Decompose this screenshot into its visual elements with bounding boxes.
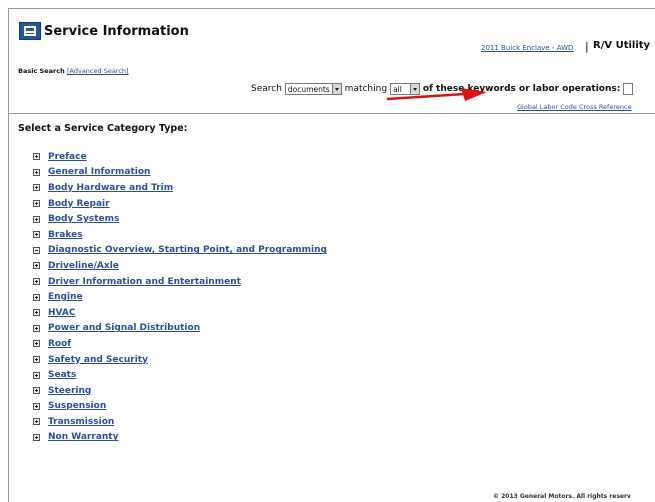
plus-box-icon[interactable] [33, 231, 40, 239]
plus-box-icon[interactable] [33, 168, 40, 176]
red-arrow-icon [386, 88, 487, 101]
plus-box-icon[interactable] [33, 356, 40, 364]
category-item[interactable]: Suspension [33, 399, 327, 415]
category-link[interactable]: Brakes [48, 230, 83, 240]
category-link[interactable]: Seats [48, 370, 76, 380]
matching-label: matching [344, 84, 388, 94]
category-item[interactable]: Brakes [33, 227, 327, 243]
category-item[interactable]: Preface [33, 149, 327, 165]
app-title: Service Information [44, 24, 189, 39]
plus-box-icon[interactable] [33, 324, 40, 332]
copyright-footer: © 2013 General Motors. All rights reserv [493, 493, 631, 500]
category-item[interactable]: Driver Information and Entertainment [33, 274, 327, 290]
category-item[interactable]: Body Systems [33, 211, 327, 227]
plus-box-icon[interactable] [33, 418, 40, 426]
category-item[interactable]: Roof [33, 336, 327, 352]
plus-box-icon[interactable] [33, 387, 40, 395]
category-item[interactable]: Steering [33, 383, 327, 399]
category-link[interactable]: Steering [48, 386, 91, 396]
category-link[interactable]: Preface [48, 152, 87, 162]
category-section-title: Select a Service Category Type: [18, 123, 188, 134]
category-link[interactable]: HVAC [48, 308, 75, 318]
minus-box-icon[interactable] [33, 246, 40, 254]
search-type-select[interactable]: documents [284, 83, 342, 95]
keywords-input[interactable] [623, 83, 634, 95]
category-link[interactable]: Suspension [48, 401, 106, 411]
plus-box-icon[interactable] [33, 309, 40, 317]
header-separator: | [585, 40, 589, 53]
category-item[interactable]: Body Hardware and Trim [33, 180, 327, 196]
gm-logo-icon [19, 22, 41, 40]
category-item[interactable]: Non Warranty [33, 430, 327, 446]
category-link[interactable]: Engine [48, 292, 83, 302]
vehicle-context-label: R/V Utility [593, 40, 651, 51]
category-link[interactable]: Body Systems [48, 214, 119, 224]
category-item[interactable]: Seats [33, 367, 327, 383]
plus-box-icon[interactable] [33, 184, 40, 192]
vehicle-link[interactable]: 2011 Buick Enclave - AWD [481, 44, 573, 52]
category-item[interactable]: Engine [33, 289, 327, 305]
category-link[interactable]: Diagnostic Overview, Starting Point, and… [48, 245, 327, 255]
category-link[interactable]: General Information [48, 167, 150, 177]
category-item[interactable]: Diagnostic Overview, Starting Point, and… [33, 243, 327, 259]
plus-box-icon[interactable] [33, 371, 40, 379]
search-type-value: documents [287, 84, 330, 94]
plus-box-icon[interactable] [33, 200, 40, 208]
category-link[interactable]: Driver Information and Entertainment [48, 277, 241, 287]
labor-code-link[interactable]: Global Labor Code Cross Reference [517, 103, 632, 111]
category-item[interactable]: Body Repair [33, 196, 327, 212]
app-window: Service Information 2011 Buick Enclave -… [8, 8, 655, 502]
category-link[interactable]: Safety and Security [48, 355, 148, 365]
basic-search-label: Basic Search [18, 67, 65, 75]
plus-box-icon[interactable] [33, 402, 40, 410]
category-item[interactable]: Power and Signal Distribution [33, 321, 327, 337]
chevron-down-icon[interactable] [331, 84, 341, 94]
category-item[interactable]: General Information [33, 165, 327, 181]
plus-box-icon[interactable] [33, 215, 40, 223]
advanced-search-link[interactable]: [Advanced Search] [67, 67, 129, 75]
plus-box-icon[interactable] [33, 433, 40, 441]
category-item[interactable]: Driveline/Axle [33, 258, 327, 274]
plus-box-icon[interactable] [33, 340, 40, 348]
category-link[interactable]: Power and Signal Distribution [48, 323, 200, 333]
plus-box-icon[interactable] [33, 293, 40, 301]
search-prefix-label: Search [251, 84, 282, 94]
category-item[interactable]: Safety and Security [33, 352, 327, 368]
category-link[interactable]: Body Hardware and Trim [48, 183, 173, 193]
plus-box-icon[interactable] [33, 278, 40, 286]
category-link[interactable]: Body Repair [48, 199, 110, 209]
header-divider [9, 113, 655, 114]
category-list: Preface General Information Body Hardware … [33, 149, 327, 445]
plus-box-icon[interactable] [33, 262, 40, 270]
category-link[interactable]: Non Warranty [48, 432, 118, 442]
category-item[interactable]: HVAC [33, 305, 327, 321]
plus-box-icon[interactable] [33, 153, 40, 161]
basic-search-bar: Basic Search [Advanced Search] [18, 67, 129, 75]
category-link[interactable]: Roof [48, 339, 71, 349]
category-link[interactable]: Driveline/Axle [48, 261, 119, 271]
category-link[interactable]: Transmission [48, 417, 114, 427]
category-item[interactable]: Transmission [33, 414, 327, 430]
